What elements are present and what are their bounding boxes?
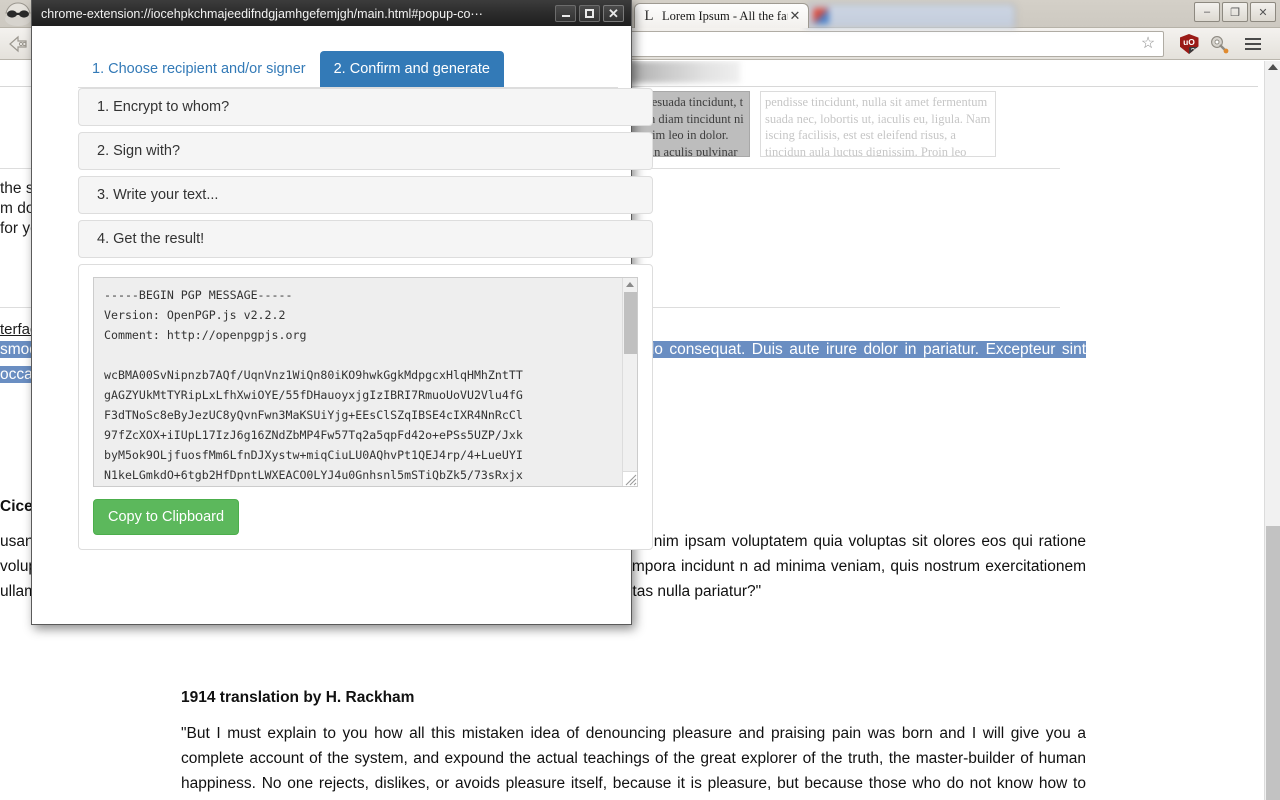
browser-tab-title-blurred <box>834 9 1009 24</box>
result-panel: -----BEGIN PGP MESSAGE----- Version: Ope… <box>78 264 653 550</box>
copy-to-clipboard-button[interactable]: Copy to Clipboard <box>93 499 240 535</box>
popup-title-url: chrome-extension://iocehpkchmajeedifndgj… <box>41 6 483 21</box>
key-extension-icon[interactable] <box>1206 32 1232 56</box>
browser-tab-active[interactable]: L Lorem Ipsum - All the fats ✕ <box>634 3 809 28</box>
accordion-encrypt-to-whom[interactable]: 1. Encrypt to whom? <box>78 88 653 126</box>
browser-restore-button[interactable]: ❐ <box>1222 2 1248 22</box>
scroll-up-arrow-icon[interactable] <box>1268 64 1278 70</box>
chrome-menu-icon[interactable] <box>1240 32 1266 56</box>
pgp-scrollbar-thumb[interactable] <box>624 292 637 354</box>
accordion-sign-with[interactable]: 2. Sign with? <box>78 132 653 170</box>
popup-window-controls: ✕ <box>555 4 631 22</box>
ublock-badge-count: 25 <box>1188 47 1200 56</box>
bookmark-star-icon[interactable]: ☆ <box>1139 35 1157 53</box>
popup-close-button[interactable]: ✕ <box>603 4 624 22</box>
rackham-heading: 1914 translation by H. Rackham <box>181 689 415 706</box>
page-scrollbar[interactable] <box>1264 61 1280 800</box>
back-button-icon[interactable] <box>4 32 32 56</box>
popup-maximize-button[interactable] <box>579 4 600 22</box>
browser-tab-background[interactable] <box>806 3 1016 28</box>
color-square-favicon <box>813 8 829 24</box>
ublock-label: uO <box>1183 36 1195 47</box>
browser-close-button[interactable]: ✕ <box>1250 2 1276 22</box>
popup-titlebar: chrome-extension://iocehpkchmajeedifndgj… <box>32 0 631 26</box>
rackham-paragraph: "But I must explain to you how all this … <box>181 725 1086 792</box>
accordion-get-the-result[interactable]: 4. Get the result! <box>78 220 653 258</box>
screen-root: L Lorem Ipsum - All the fats ✕ – ❐ ✕ <box>0 0 1280 800</box>
tab-close-icon[interactable]: ✕ <box>788 9 802 23</box>
pgp-output-wrapper: -----BEGIN PGP MESSAGE----- Version: Ope… <box>93 277 638 487</box>
page-scrollbar-thumb[interactable] <box>1266 526 1280 800</box>
tab-choose-recipient[interactable]: 1. Choose recipient and/or signer <box>78 51 320 87</box>
pgp-scroll-up-arrow-icon[interactable] <box>626 282 634 287</box>
popup-body: 1. Choose recipient and/or signer 2. Con… <box>32 26 653 624</box>
browser-minimize-button[interactable]: – <box>1194 2 1220 22</box>
pgp-message-textarea[interactable]: -----BEGIN PGP MESSAGE----- Version: Ope… <box>93 277 638 487</box>
textarea-resize-handle-icon[interactable] <box>622 471 637 486</box>
extension-popup-window: chrome-extension://iocehpkchmajeedifndgj… <box>31 0 653 625</box>
blurred-page-header <box>625 61 740 83</box>
popup-minimize-button[interactable] <box>555 4 576 22</box>
serif-L-favicon: L <box>644 7 654 24</box>
accordion-write-your-text[interactable]: 3. Write your text... <box>78 176 653 214</box>
browser-tab-title: Lorem Ipsum - All the fats <box>662 8 788 23</box>
ublock-origin-icon[interactable]: uO 25 <box>1176 32 1202 56</box>
popup-tab-bar: 1. Choose recipient and/or signer 2. Con… <box>78 50 618 88</box>
tab-confirm-and-generate[interactable]: 2. Confirm and generate <box>319 51 504 87</box>
browser-window-controls: – ❐ ✕ <box>1194 2 1276 22</box>
pgp-textarea-scrollbar[interactable] <box>622 278 637 486</box>
wizard-accordion: 1. Encrypt to whom? 2. Sign with? 3. Wri… <box>78 88 653 550</box>
latin-box-right: pendisse tincidunt, nulla sit amet ferme… <box>760 91 996 157</box>
